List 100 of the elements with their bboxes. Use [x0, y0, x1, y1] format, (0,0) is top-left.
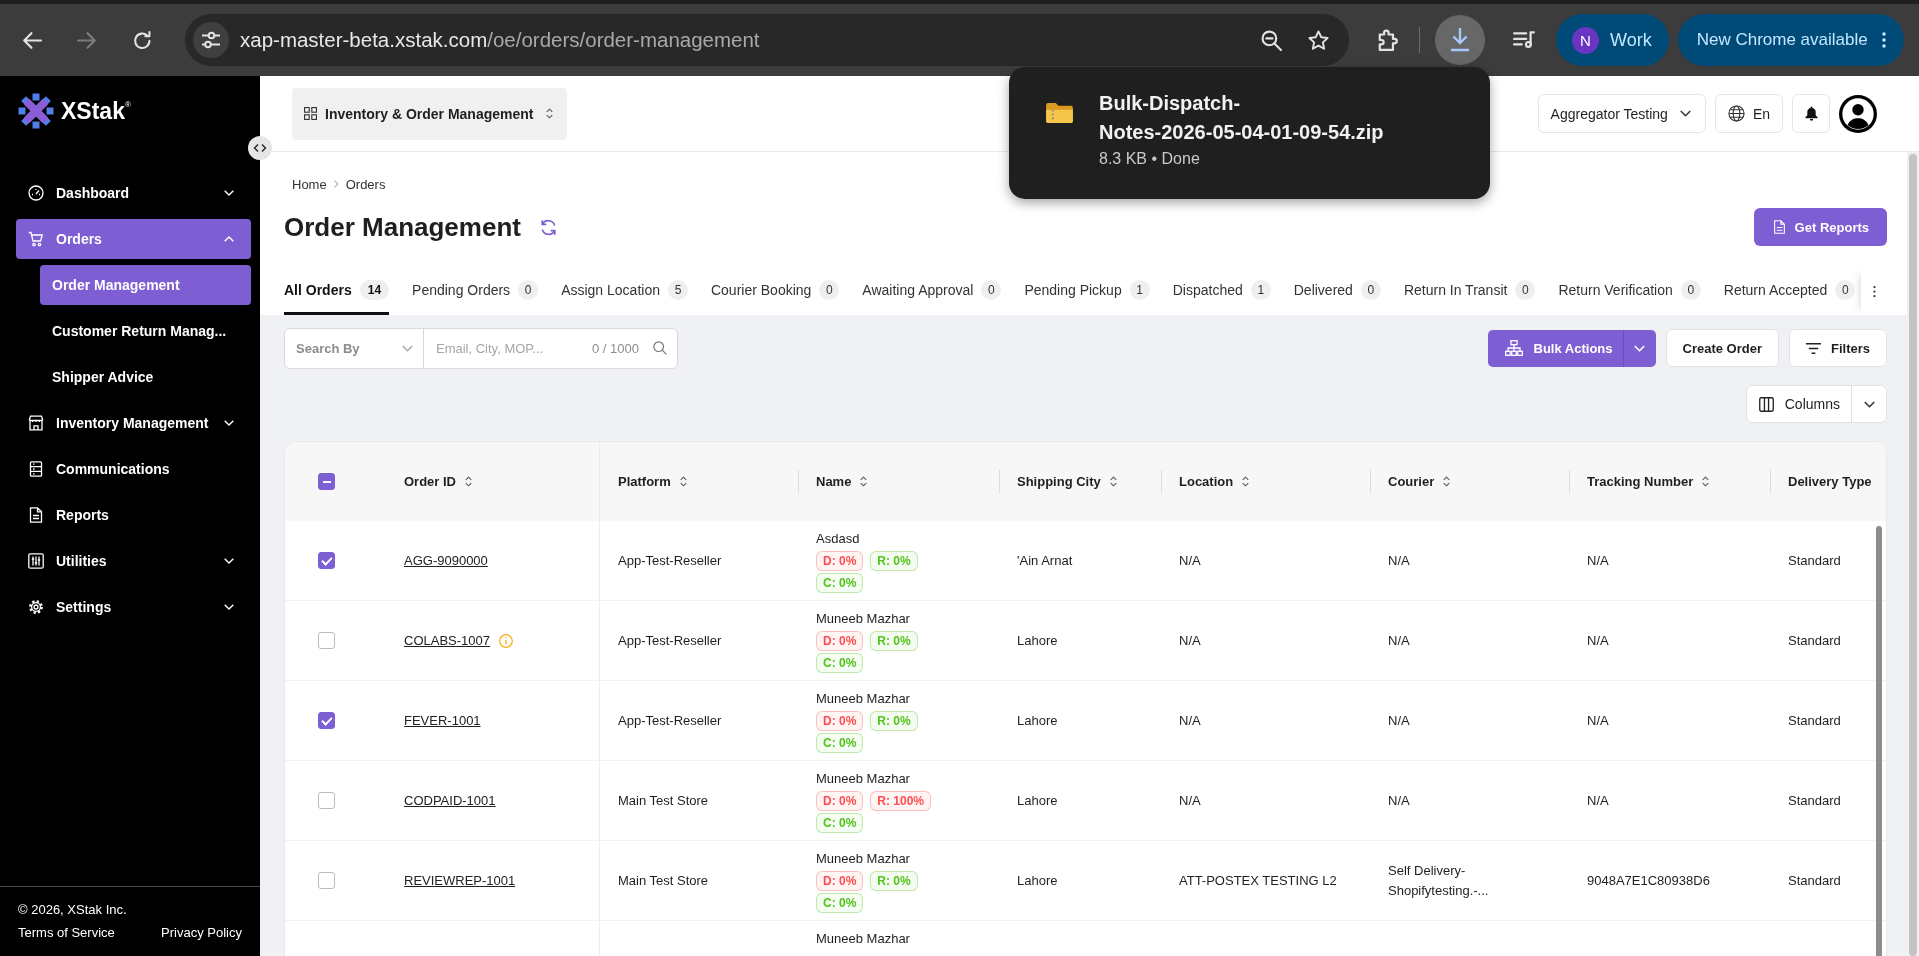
- bulk-actions-button[interactable]: Bulk Actions: [1487, 329, 1623, 367]
- rate-tag: R: 0%: [870, 711, 918, 731]
- up-down-chevrons-icon[interactable]: [1109, 476, 1117, 487]
- up-down-chevrons-icon[interactable]: [1242, 476, 1250, 487]
- tab[interactable]: Delivered 0: [1293, 268, 1381, 315]
- download-icon[interactable]: [1435, 15, 1485, 65]
- select-all-checkbox[interactable]: [318, 473, 335, 490]
- star-icon[interactable]: [1308, 29, 1329, 51]
- file-name[interactable]: Bulk-Dispatch- Notes-2026-05-04-01-09-54.zip: [1099, 89, 1384, 147]
- tab[interactable]: Return Verification 0: [1558, 268, 1701, 315]
- tab[interactable]: Awaiting Approval 0: [862, 268, 1002, 315]
- tab[interactable]: Pending Orders 0: [412, 268, 539, 315]
- order-id-link[interactable]: FEVER-1001: [404, 713, 481, 728]
- playlist-icon[interactable]: [1513, 29, 1535, 51]
- column-header[interactable]: Delivery Type: [1788, 474, 1872, 489]
- sidebar-subitem[interactable]: Shipper Advice: [40, 357, 251, 397]
- update-chrome-button[interactable]: New Chrome available: [1677, 14, 1904, 66]
- column-header[interactable]: Tracking Number: [1587, 474, 1694, 489]
- tab[interactable]: Courier Booking 0: [710, 268, 840, 315]
- profile-button[interactable]: N Work: [1556, 14, 1669, 66]
- row-checkbox[interactable]: [318, 872, 335, 889]
- tune-icon[interactable]: [193, 22, 229, 58]
- tab-count: 0: [1835, 280, 1856, 300]
- column-header[interactable]: Platform: [618, 474, 671, 489]
- rate-tag: R: 100%: [870, 791, 932, 811]
- columns-button[interactable]: Columns: [1745, 385, 1852, 423]
- sliders-icon: [28, 553, 44, 569]
- platform-text: App-Test-Reseller: [618, 713, 722, 728]
- sidebar-item[interactable]: Settings: [16, 587, 251, 627]
- globe-icon: [1727, 105, 1745, 122]
- sidebar-item[interactable]: Orders: [16, 219, 251, 259]
- footer-link[interactable]: Terms of Service: [18, 924, 115, 942]
- sidebar-item[interactable]: Dashboard: [16, 173, 251, 213]
- order-id-link[interactable]: REVIEWREP-1001: [404, 873, 516, 888]
- get-reports-button[interactable]: Get Reports: [1753, 208, 1887, 246]
- tab[interactable]: Return Accepted 0: [1723, 268, 1856, 315]
- language-selector[interactable]: En: [1714, 94, 1783, 133]
- kebab-menu-icon[interactable]: [1872, 285, 1876, 298]
- create-order-button[interactable]: Create Order: [1665, 329, 1779, 367]
- city-text: Lahore: [1017, 713, 1058, 728]
- tab[interactable]: Dispatched 1: [1172, 268, 1271, 315]
- tab-count: 1: [1250, 280, 1271, 300]
- rate-tag: D: 0%: [816, 791, 864, 811]
- refresh-icon[interactable]: [538, 217, 558, 237]
- customer-name: Asdasd: [816, 531, 860, 547]
- tracking-number: N/A: [1587, 633, 1609, 648]
- order-id-link[interactable]: AGG-9090000: [404, 553, 488, 568]
- up-down-chevrons-icon[interactable]: [1443, 476, 1451, 487]
- search-field[interactable]: Email, City, MOP...: [436, 340, 556, 356]
- delivery-type-text: Standard: [1788, 633, 1841, 648]
- search-icon[interactable]: [653, 341, 667, 355]
- courier-text: N/A: [1388, 711, 1410, 730]
- column-header[interactable]: Shipping City: [1017, 474, 1101, 489]
- row-checkbox[interactable]: [318, 552, 335, 569]
- rate-tag: R: 0%: [870, 551, 918, 571]
- column-header[interactable]: Order ID: [404, 474, 456, 489]
- courier-text: N/A: [1388, 631, 1410, 650]
- grid-icon: [304, 107, 317, 120]
- tab[interactable]: Return In Transit 0: [1403, 268, 1536, 315]
- app-switcher[interactable]: Inventory & Order Management: [292, 87, 567, 140]
- zoom-out-icon[interactable]: [1261, 29, 1282, 51]
- tab[interactable]: Assign Location 5: [561, 268, 688, 315]
- rate-tag: R: 0%: [870, 871, 918, 891]
- up-down-chevrons-icon[interactable]: [1702, 476, 1710, 487]
- sidebar-item[interactable]: Reports: [16, 495, 251, 535]
- filters-button[interactable]: Filters: [1789, 329, 1887, 367]
- column-header[interactable]: Name: [816, 474, 852, 489]
- breadcrumb-link[interactable]: Home: [292, 176, 327, 192]
- store-selector[interactable]: Aggregator Testing: [1537, 94, 1706, 133]
- order-id-link[interactable]: CODPAID-1001: [404, 793, 496, 808]
- left-right-chevrons-icon[interactable]: [248, 136, 272, 160]
- sidebar-item[interactable]: Utilities: [16, 541, 251, 581]
- row-checkbox[interactable]: [318, 792, 335, 809]
- up-down-chevrons-icon[interactable]: [465, 476, 472, 487]
- notification-button[interactable]: [1792, 94, 1830, 133]
- up-down-chevrons-icon[interactable]: [679, 476, 687, 487]
- reload-icon[interactable]: [132, 30, 152, 50]
- sidebar-subitem[interactable]: Order Management: [40, 265, 251, 305]
- sidebar-subitem[interactable]: Customer Return Manag...: [40, 311, 251, 351]
- address-bar[interactable]: xap-master-beta.xstak.com/oe/orders/order-management: [185, 14, 1349, 66]
- platform-text: Main Test Store: [618, 873, 709, 888]
- puzzle-piece-icon[interactable]: [1377, 29, 1399, 51]
- column-header[interactable]: Courier: [1388, 474, 1435, 489]
- footer-link[interactable]: Privacy Policy: [161, 924, 242, 942]
- user-avatar-icon[interactable]: [1839, 94, 1877, 133]
- tab[interactable]: Pending Pickup 1: [1024, 268, 1150, 315]
- sidebar-item[interactable]: Inventory Management: [16, 403, 251, 443]
- document-icon: [28, 507, 44, 523]
- up-down-chevrons-icon[interactable]: [860, 476, 868, 487]
- chevron-down-icon: [1863, 400, 1875, 408]
- row-checkbox[interactable]: [318, 632, 335, 649]
- row-checkbox[interactable]: [318, 712, 335, 729]
- customer-name: Muneeb Mazhar: [816, 851, 910, 867]
- customer-name: Muneeb Mazhar: [816, 771, 910, 787]
- table-scrollbar[interactable]: [1876, 526, 1882, 956]
- order-id-link[interactable]: COLABS-1007: [404, 633, 490, 648]
- bulk-actions-dropdown-button[interactable]: [1622, 329, 1656, 367]
- column-header[interactable]: Location: [1179, 474, 1234, 489]
- sidebar-item[interactable]: Communications: [16, 449, 251, 489]
- back-arrow-icon[interactable]: [22, 30, 42, 50]
